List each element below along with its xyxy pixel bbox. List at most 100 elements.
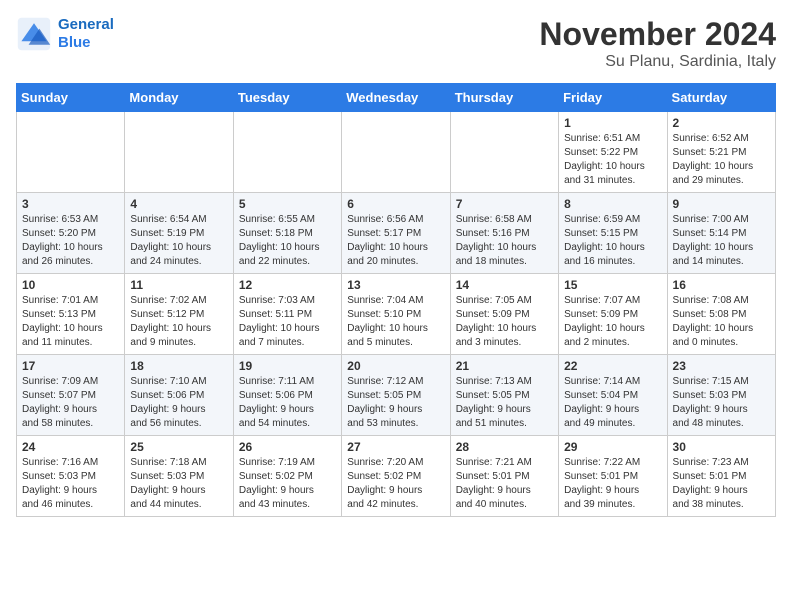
weekday-header-tuesday: Tuesday xyxy=(233,84,341,112)
day-number: 10 xyxy=(22,278,119,292)
calendar-cell: 29Sunrise: 7:22 AM Sunset: 5:01 PM Dayli… xyxy=(559,436,667,517)
calendar-cell: 10 Sunrise: 7:01 AM Sunset: 5:13 PM Dayli… xyxy=(17,274,125,355)
day-number: 5 xyxy=(239,197,336,211)
logo-text: General Blue xyxy=(58,16,114,52)
week-row-5: 24 Sunrise: 7:16 AM Sunset: 5:03 PM Dayli… xyxy=(17,436,776,517)
calendar-cell: 6 Sunrise: 6:56 AM Sunset: 5:17 PM Daylig… xyxy=(342,193,450,274)
calendar-cell xyxy=(17,112,125,193)
day-number: 25 xyxy=(130,440,227,454)
day-number: 23 xyxy=(673,359,770,373)
day-number: 16 xyxy=(673,278,770,292)
calendar-cell xyxy=(233,112,341,193)
calendar-cell: 3Sunrise: 6:53 AM Sunset: 5:20 PM Daylig… xyxy=(17,193,125,274)
calendar-cell: 30 Sunrise: 7:23 AM Sunset: 5:01 PM Dayli… xyxy=(667,436,775,517)
day-info: Sunrise: 6:56 AM Sunset: 5:17 PM Dayligh… xyxy=(347,213,444,269)
calendar-cell: 9Sunrise: 7:00 AM Sunset: 5:14 PM Daylig… xyxy=(667,193,775,274)
day-number: 15 xyxy=(564,278,661,292)
calendar-cell: 2 Sunrise: 6:52 AM Sunset: 5:21 PM Daylig… xyxy=(667,112,775,193)
day-number: 24 xyxy=(22,440,119,454)
calendar-cell: 18Sunrise: 7:10 AM Sunset: 5:06 PM Dayli… xyxy=(125,355,233,436)
calendar-cell xyxy=(450,112,558,193)
day-info: Sunrise: 6:55 AM Sunset: 5:18 PM Dayligh… xyxy=(239,213,336,269)
week-row-3: 10 Sunrise: 7:01 AM Sunset: 5:13 PM Dayli… xyxy=(17,274,776,355)
day-info: Sunrise: 7:07 AM Sunset: 5:09 PM Dayligh… xyxy=(564,294,661,350)
day-number: 28 xyxy=(456,440,553,454)
day-info: Sunrise: 7:11 AM Sunset: 5:06 PM Dayligh… xyxy=(239,375,336,431)
day-info: Sunrise: 7:20 AM Sunset: 5:02 PM Dayligh… xyxy=(347,456,444,512)
day-number: 7 xyxy=(456,197,553,211)
day-info: Sunrise: 7:22 AM Sunset: 5:01 PM Dayligh… xyxy=(564,456,661,512)
day-number: 22 xyxy=(564,359,661,373)
day-info: Sunrise: 6:53 AM Sunset: 5:20 PM Dayligh… xyxy=(22,213,119,269)
weekday-header-thursday: Thursday xyxy=(450,84,558,112)
day-info: Sunrise: 7:21 AM Sunset: 5:01 PM Dayligh… xyxy=(456,456,553,512)
day-info: Sunrise: 7:02 AM Sunset: 5:12 PM Dayligh… xyxy=(130,294,227,350)
day-info: Sunrise: 6:51 AM Sunset: 5:22 PM Dayligh… xyxy=(564,132,661,188)
day-number: 13 xyxy=(347,278,444,292)
location-subtitle: Su Planu, Sardinia, Italy xyxy=(539,53,776,71)
day-info: Sunrise: 7:19 AM Sunset: 5:02 PM Dayligh… xyxy=(239,456,336,512)
calendar-cell: 21 Sunrise: 7:13 AM Sunset: 5:05 PM Dayli… xyxy=(450,355,558,436)
day-info: Sunrise: 7:14 AM Sunset: 5:04 PM Dayligh… xyxy=(564,375,661,431)
week-row-4: 17 Sunrise: 7:09 AM Sunset: 5:07 PM Dayli… xyxy=(17,355,776,436)
day-number: 26 xyxy=(239,440,336,454)
day-number: 6 xyxy=(347,197,444,211)
calendar-cell: 15 Sunrise: 7:07 AM Sunset: 5:09 PM Dayli… xyxy=(559,274,667,355)
day-info: Sunrise: 7:12 AM Sunset: 5:05 PM Dayligh… xyxy=(347,375,444,431)
calendar-cell: 5 Sunrise: 6:55 AM Sunset: 5:18 PM Daylig… xyxy=(233,193,341,274)
calendar-cell: 16Sunrise: 7:08 AM Sunset: 5:08 PM Dayli… xyxy=(667,274,775,355)
day-info: Sunrise: 7:00 AM Sunset: 5:14 PM Dayligh… xyxy=(673,213,770,269)
calendar-cell: 24 Sunrise: 7:16 AM Sunset: 5:03 PM Dayli… xyxy=(17,436,125,517)
weekday-header-saturday: Saturday xyxy=(667,84,775,112)
day-number: 4 xyxy=(130,197,227,211)
day-number: 27 xyxy=(347,440,444,454)
day-info: Sunrise: 7:05 AM Sunset: 5:09 PM Dayligh… xyxy=(456,294,553,350)
calendar-cell xyxy=(125,112,233,193)
calendar-cell: 25Sunrise: 7:18 AM Sunset: 5:03 PM Dayli… xyxy=(125,436,233,517)
calendar-cell: 7 Sunrise: 6:58 AM Sunset: 5:16 PM Daylig… xyxy=(450,193,558,274)
day-info: Sunrise: 7:09 AM Sunset: 5:07 PM Dayligh… xyxy=(22,375,119,431)
day-number: 12 xyxy=(239,278,336,292)
day-info: Sunrise: 6:58 AM Sunset: 5:16 PM Dayligh… xyxy=(456,213,553,269)
calendar-cell: 14 Sunrise: 7:05 AM Sunset: 5:09 PM Dayli… xyxy=(450,274,558,355)
weekday-header-row: SundayMondayTuesdayWednesdayThursdayFrid… xyxy=(17,84,776,112)
logo-line2: Blue xyxy=(58,34,91,51)
calendar-cell: 20 Sunrise: 7:12 AM Sunset: 5:05 PM Dayli… xyxy=(342,355,450,436)
weekday-header-friday: Friday xyxy=(559,84,667,112)
calendar-cell: 11 Sunrise: 7:02 AM Sunset: 5:12 PM Dayli… xyxy=(125,274,233,355)
day-number: 11 xyxy=(130,278,227,292)
day-info: Sunrise: 7:15 AM Sunset: 5:03 PM Dayligh… xyxy=(673,375,770,431)
weekday-header-sunday: Sunday xyxy=(17,84,125,112)
day-number: 21 xyxy=(456,359,553,373)
week-row-1: 1 Sunrise: 6:51 AM Sunset: 5:22 PM Daylig… xyxy=(17,112,776,193)
logo-line1: General xyxy=(58,16,114,33)
calendar-cell: 19Sunrise: 7:11 AM Sunset: 5:06 PM Dayli… xyxy=(233,355,341,436)
calendar-cell: 8Sunrise: 6:59 AM Sunset: 5:15 PM Daylig… xyxy=(559,193,667,274)
calendar-cell: 4Sunrise: 6:54 AM Sunset: 5:19 PM Daylig… xyxy=(125,193,233,274)
week-row-2: 3Sunrise: 6:53 AM Sunset: 5:20 PM Daylig… xyxy=(17,193,776,274)
day-info: Sunrise: 7:03 AM Sunset: 5:11 PM Dayligh… xyxy=(239,294,336,350)
day-info: Sunrise: 7:13 AM Sunset: 5:05 PM Dayligh… xyxy=(456,375,553,431)
calendar-cell: 13Sunrise: 7:04 AM Sunset: 5:10 PM Dayli… xyxy=(342,274,450,355)
day-number: 1 xyxy=(564,116,661,130)
calendar-cell: 12 Sunrise: 7:03 AM Sunset: 5:11 PM Dayli… xyxy=(233,274,341,355)
title-block: November 2024 Su Planu, Sardinia, Italy xyxy=(539,16,776,71)
logo-icon xyxy=(16,16,52,52)
day-number: 8 xyxy=(564,197,661,211)
day-info: Sunrise: 6:52 AM Sunset: 5:21 PM Dayligh… xyxy=(673,132,770,188)
day-number: 14 xyxy=(456,278,553,292)
calendar-cell: 1 Sunrise: 6:51 AM Sunset: 5:22 PM Daylig… xyxy=(559,112,667,193)
day-info: Sunrise: 7:23 AM Sunset: 5:01 PM Dayligh… xyxy=(673,456,770,512)
calendar-cell: 22 Sunrise: 7:14 AM Sunset: 5:04 PM Dayli… xyxy=(559,355,667,436)
day-number: 20 xyxy=(347,359,444,373)
calendar-table: SundayMondayTuesdayWednesdayThursdayFrid… xyxy=(16,83,776,517)
weekday-header-wednesday: Wednesday xyxy=(342,84,450,112)
weekday-header-monday: Monday xyxy=(125,84,233,112)
calendar-cell: 26 Sunrise: 7:19 AM Sunset: 5:02 PM Dayli… xyxy=(233,436,341,517)
day-number: 2 xyxy=(673,116,770,130)
logo: General Blue xyxy=(16,16,114,52)
day-number: 30 xyxy=(673,440,770,454)
day-number: 17 xyxy=(22,359,119,373)
day-info: Sunrise: 7:01 AM Sunset: 5:13 PM Dayligh… xyxy=(22,294,119,350)
day-info: Sunrise: 7:16 AM Sunset: 5:03 PM Dayligh… xyxy=(22,456,119,512)
